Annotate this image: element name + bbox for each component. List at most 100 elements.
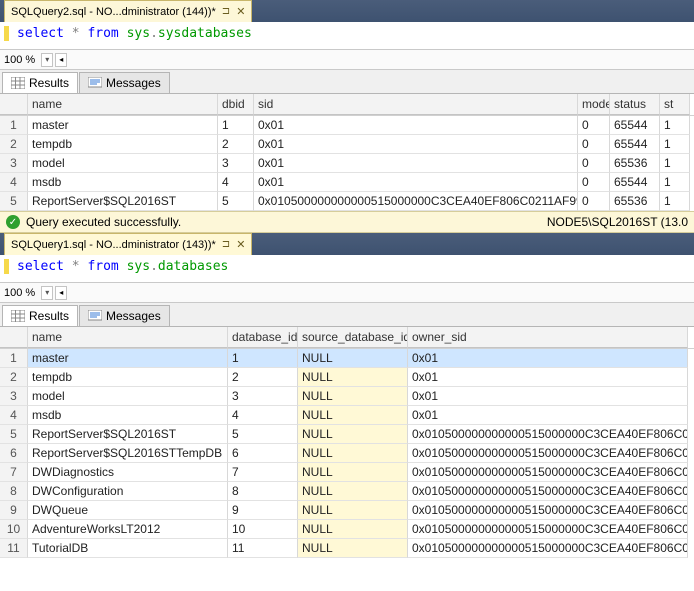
sql-editor-bottom[interactable]: select * from sys.databases xyxy=(0,255,694,283)
cell-database-id[interactable]: 7 xyxy=(228,463,298,482)
table-row[interactable]: 7DWDiagnostics7NULL0x0105000000000005150… xyxy=(0,463,694,482)
tab-results[interactable]: Results xyxy=(2,305,78,326)
cell-status[interactable]: 65544 xyxy=(610,116,660,135)
cell-source-database-id[interactable]: NULL xyxy=(298,368,408,387)
document-tab-query1[interactable]: SQLQuery1.sql - NO...dministrator (143))… xyxy=(4,233,252,255)
pin-icon[interactable]: ⊐ xyxy=(222,239,230,250)
cell-mode[interactable]: 0 xyxy=(578,135,610,154)
cell-database-id[interactable]: 9 xyxy=(228,501,298,520)
cell-sid[interactable]: 0x01 xyxy=(254,116,578,135)
table-row[interactable]: 5ReportServer$SQL2016ST50x01050000000000… xyxy=(0,192,694,211)
cell-name[interactable]: TutorialDB xyxy=(28,539,228,558)
cell-mode[interactable]: 0 xyxy=(578,154,610,173)
table-row[interactable]: 11TutorialDB11NULL0x01050000000000051500… xyxy=(0,539,694,558)
cell-owner-sid[interactable]: 0x01 xyxy=(408,368,688,387)
cell-name[interactable]: ReportServer$SQL2016ST xyxy=(28,425,228,444)
cell-owner-sid[interactable]: 0x01 xyxy=(408,406,688,425)
cell-name[interactable]: DWDiagnostics xyxy=(28,463,228,482)
tab-messages[interactable]: Messages xyxy=(79,72,170,93)
col-owner-sid[interactable]: owner_sid xyxy=(408,327,688,348)
table-row[interactable]: 9DWQueue9NULL0x010500000000000515000000C… xyxy=(0,501,694,520)
table-row[interactable]: 4msdb40x010655441 xyxy=(0,173,694,192)
cell-mode[interactable]: 0 xyxy=(578,192,610,211)
cell-name[interactable]: DWQueue xyxy=(28,501,228,520)
table-row[interactable]: 4msdb4NULL0x01 xyxy=(0,406,694,425)
cell-name[interactable]: model xyxy=(28,154,218,173)
cell-dbid[interactable]: 2 xyxy=(218,135,254,154)
tab-messages[interactable]: Messages xyxy=(79,305,170,326)
cell-owner-sid[interactable]: 0x010500000000000515000000C3CEA40EF806C0… xyxy=(408,539,688,558)
cell-sid[interactable]: 0x01 xyxy=(254,154,578,173)
cell-source-database-id[interactable]: NULL xyxy=(298,349,408,368)
cell-owner-sid[interactable]: 0x01 xyxy=(408,387,688,406)
cell-dbid[interactable]: 3 xyxy=(218,154,254,173)
table-row[interactable]: 3model3NULL0x01 xyxy=(0,387,694,406)
cell-mode[interactable]: 0 xyxy=(578,173,610,192)
table-row[interactable]: 8DWConfiguration8NULL0x01050000000000051… xyxy=(0,482,694,501)
cell-status[interactable]: 65544 xyxy=(610,135,660,154)
table-row[interactable]: 3model30x010655361 xyxy=(0,154,694,173)
cell-status2[interactable]: 1 xyxy=(660,173,690,192)
table-row[interactable]: 1master1NULL0x01 xyxy=(0,349,694,368)
cell-name[interactable]: AdventureWorksLT2012 xyxy=(28,520,228,539)
scroll-left-icon[interactable]: ◂ xyxy=(55,53,67,67)
sql-editor-top[interactable]: select * from sys.sysdatabases xyxy=(0,22,694,50)
col-name[interactable]: name xyxy=(28,94,218,115)
cell-source-database-id[interactable]: NULL xyxy=(298,482,408,501)
cell-owner-sid[interactable]: 0x010500000000000515000000C3CEA40EF806C0… xyxy=(408,482,688,501)
cell-database-id[interactable]: 6 xyxy=(228,444,298,463)
cell-name[interactable]: tempdb xyxy=(28,368,228,387)
table-row[interactable]: 10AdventureWorksLT201210NULL0x0105000000… xyxy=(0,520,694,539)
cell-owner-sid[interactable]: 0x010500000000000515000000C3CEA40EF806C0… xyxy=(408,463,688,482)
cell-dbid[interactable]: 4 xyxy=(218,173,254,192)
scroll-left-icon[interactable]: ◂ xyxy=(55,286,67,300)
cell-database-id[interactable]: 10 xyxy=(228,520,298,539)
tab-results[interactable]: Results xyxy=(2,72,78,93)
col-database-id[interactable]: database_id xyxy=(228,327,298,348)
cell-status2[interactable]: 1 xyxy=(660,116,690,135)
table-row[interactable]: 6ReportServer$SQL2016STTempDB6NULL0x0105… xyxy=(0,444,694,463)
cell-source-database-id[interactable]: NULL xyxy=(298,406,408,425)
col-rownum[interactable] xyxy=(0,94,28,115)
cell-status2[interactable]: 1 xyxy=(660,154,690,173)
table-row[interactable]: 1master10x010655441 xyxy=(0,116,694,135)
cell-status[interactable]: 65536 xyxy=(610,154,660,173)
cell-name[interactable]: ReportServer$SQL2016STTempDB xyxy=(28,444,228,463)
results-grid-top[interactable]: name dbid sid mode status st 1master10x0… xyxy=(0,94,694,211)
cell-status[interactable]: 65536 xyxy=(610,192,660,211)
cell-dbid[interactable]: 1 xyxy=(218,116,254,135)
col-dbid[interactable]: dbid xyxy=(218,94,254,115)
cell-dbid[interactable]: 5 xyxy=(218,192,254,211)
document-tab-query2[interactable]: SQLQuery2.sql - NO...dministrator (144))… xyxy=(4,0,252,22)
cell-sid[interactable]: 0x01 xyxy=(254,173,578,192)
cell-name[interactable]: master xyxy=(28,116,218,135)
cell-database-id[interactable]: 8 xyxy=(228,482,298,501)
cell-sid[interactable]: 0x01 xyxy=(254,135,578,154)
col-status[interactable]: status xyxy=(610,94,660,115)
cell-source-database-id[interactable]: NULL xyxy=(298,539,408,558)
cell-database-id[interactable]: 3 xyxy=(228,387,298,406)
cell-name[interactable]: master xyxy=(28,349,228,368)
cell-owner-sid[interactable]: 0x010500000000000515000000C3CEA40EF806C0… xyxy=(408,520,688,539)
cell-database-id[interactable]: 4 xyxy=(228,406,298,425)
col-rownum[interactable] xyxy=(0,327,28,348)
results-grid-bottom[interactable]: name database_id source_database_id owne… xyxy=(0,327,694,558)
cell-owner-sid[interactable]: 0x010500000000000515000000C3CEA40EF806C0… xyxy=(408,444,688,463)
cell-status2[interactable]: 1 xyxy=(660,135,690,154)
table-row[interactable]: 2tempdb2NULL0x01 xyxy=(0,368,694,387)
close-icon[interactable]: ✕ xyxy=(236,238,245,251)
col-sid[interactable]: sid xyxy=(254,94,578,115)
cell-name[interactable]: ReportServer$SQL2016ST xyxy=(28,192,218,211)
cell-source-database-id[interactable]: NULL xyxy=(298,444,408,463)
cell-sid[interactable]: 0x010500000000000515000000C3CEA40EF806C0… xyxy=(254,192,578,211)
close-icon[interactable]: ✕ xyxy=(236,5,245,18)
cell-source-database-id[interactable]: NULL xyxy=(298,520,408,539)
cell-database-id[interactable]: 1 xyxy=(228,349,298,368)
cell-database-id[interactable]: 5 xyxy=(228,425,298,444)
cell-source-database-id[interactable]: NULL xyxy=(298,463,408,482)
cell-name[interactable]: DWConfiguration xyxy=(28,482,228,501)
cell-source-database-id[interactable]: NULL xyxy=(298,425,408,444)
cell-owner-sid[interactable]: 0x010500000000000515000000C3CEA40EF806C0… xyxy=(408,501,688,520)
cell-owner-sid[interactable]: 0x01 xyxy=(408,349,688,368)
cell-database-id[interactable]: 11 xyxy=(228,539,298,558)
